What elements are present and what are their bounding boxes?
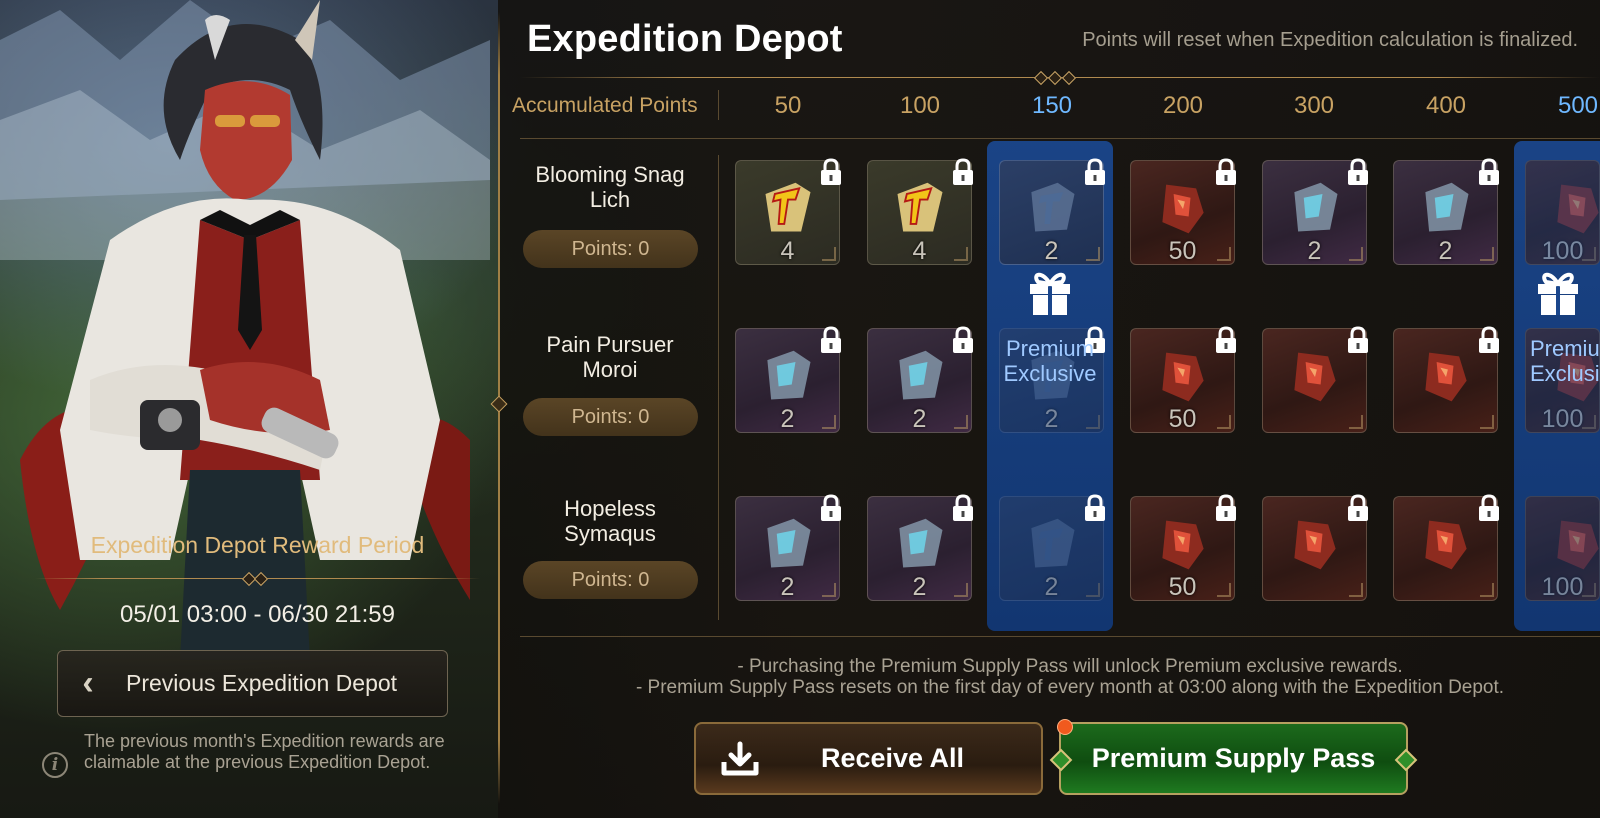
page-title: Expedition Depot — [527, 18, 843, 60]
reward-item-icon — [1557, 520, 1599, 570]
slot-corner-ornament — [1349, 583, 1363, 597]
lock-icon — [1345, 326, 1371, 354]
info-icon: i — [42, 752, 68, 778]
slot-corner-ornament — [1480, 415, 1494, 429]
reward-period-title: Expedition Depot Reward Period — [90, 532, 425, 558]
gift-icon — [1538, 272, 1578, 315]
tier-400: 400 — [1425, 92, 1467, 119]
reward-quantity: 50 — [1168, 405, 1197, 433]
reward-item-icon — [1425, 182, 1469, 232]
reward-item-icon — [1557, 184, 1599, 234]
reward-item-icon — [1031, 182, 1075, 232]
lock-icon — [1345, 494, 1371, 522]
reward-quantity: 100 — [1541, 405, 1584, 433]
reward-item-icon — [899, 350, 943, 400]
reward-item-icon — [767, 350, 811, 400]
lock-icon — [1082, 494, 1108, 522]
reward-item-icon — [1031, 518, 1075, 568]
tier-150: 150 — [1031, 92, 1073, 119]
premium-pass-note: - Purchasing the Premium Supply Pass wil… — [737, 656, 1403, 677]
character-illustration — [0, 0, 490, 660]
lock-icon — [1213, 494, 1239, 522]
premium-pass-reset-note: - Premium Supply Pass resets on the firs… — [635, 677, 1505, 698]
reward-quantity: 2 — [1307, 237, 1322, 265]
reward-quantity: 2 — [780, 573, 795, 601]
notification-dot — [1057, 719, 1073, 735]
previous-expedition-depot-button[interactable]: ‹ Previous Expedition Depot — [57, 650, 448, 717]
lock-icon — [950, 158, 976, 186]
reward-item-icon — [767, 518, 811, 568]
gift-icon — [1030, 272, 1070, 315]
tier-200: 200 — [1162, 92, 1204, 119]
boss-name-hopeless-symaqus: Hopeless Symaqus — [564, 496, 656, 546]
tier-500: 500 — [1557, 92, 1599, 119]
grid-bottom-divider — [520, 636, 1600, 637]
premium-exclusive-badge: Premium Exclusive — [987, 266, 1113, 386]
reward-item-icon — [1162, 184, 1204, 234]
lock-icon — [950, 326, 976, 354]
reward-quantity: 100 — [1541, 237, 1584, 265]
lock-icon — [1213, 158, 1239, 186]
tier-50: 50 — [774, 92, 802, 119]
tier-300: 300 — [1293, 92, 1335, 119]
boss-points: Points: 0 — [523, 230, 698, 268]
lock-icon — [1476, 326, 1502, 354]
boss-name-blooming-snag-lich: Blooming Snag Lich — [535, 162, 685, 212]
reward-slot[interactable]: 100 — [1525, 160, 1600, 265]
boss-points: Points: 0 — [523, 398, 698, 436]
receive-all-button[interactable]: Receive All — [694, 722, 1043, 795]
reward-quantity: 4 — [780, 237, 795, 265]
reward-quantity: 2 — [780, 405, 795, 433]
header-column-divider — [718, 90, 719, 120]
lock-icon — [1345, 158, 1371, 186]
boss-name-pain-pursuer-moroi: Pain Pursuer Moroi — [546, 332, 674, 382]
reward-item-icon — [1425, 352, 1467, 402]
reward-item-icon — [897, 182, 943, 232]
previous-rewards-info-text: The previous month's Expedition rewards … — [84, 731, 445, 772]
reward-period-dates: 05/01 03:00 - 06/30 21:59 — [120, 601, 395, 628]
reward-item-icon — [1294, 520, 1336, 570]
reward-item-icon — [1425, 520, 1467, 570]
lock-icon — [818, 494, 844, 522]
reward-slot[interactable]: 100 — [1525, 496, 1600, 601]
boss-points: Points: 0 — [523, 561, 698, 599]
lock-icon — [1476, 158, 1502, 186]
row-label-divider — [718, 155, 719, 620]
reward-item-icon — [1294, 352, 1336, 402]
reward-quantity: 2 — [912, 573, 927, 601]
reward-item-icon — [765, 182, 811, 232]
reward-quantity: 2 — [1044, 405, 1059, 433]
premium-supply-pass-label: Premium Supply Pass — [1091, 743, 1376, 773]
accumulated-points-label: Accumulated Points — [512, 94, 698, 117]
lock-icon — [1476, 494, 1502, 522]
reward-quantity: 100 — [1541, 573, 1584, 601]
slot-corner-ornament — [1480, 583, 1494, 597]
reward-item-icon — [1162, 520, 1204, 570]
lock-icon — [1082, 158, 1108, 186]
lock-icon — [818, 158, 844, 186]
slot-corner-ornament — [1349, 415, 1363, 429]
previous-expedition-depot-label: Previous Expedition Depot — [126, 670, 398, 696]
reward-quantity: 2 — [1438, 237, 1453, 265]
reward-item-icon — [899, 518, 943, 568]
tier-100: 100 — [899, 92, 941, 119]
premium-supply-pass-button[interactable]: Premium Supply Pass — [1049, 722, 1418, 795]
reward-quantity: 2 — [1044, 237, 1059, 265]
points-reset-note: Points will reset when Expedition calcul… — [1082, 29, 1578, 51]
chevron-left-icon: ‹ — [82, 664, 94, 702]
receive-all-label: Receive All — [820, 743, 965, 773]
reward-quantity: 2 — [1044, 573, 1059, 601]
premium-exclusive-badge: Premiu Exclusi — [1514, 266, 1600, 386]
grid-header-divider — [520, 138, 1600, 139]
reward-quantity: 4 — [912, 237, 927, 265]
reward-item-icon — [1294, 182, 1338, 232]
reward-quantity: 50 — [1168, 573, 1197, 601]
reward-quantity: 2 — [912, 405, 927, 433]
reward-item-icon — [1162, 352, 1204, 402]
download-icon — [696, 740, 784, 778]
lock-icon — [1213, 326, 1239, 354]
lock-icon — [818, 326, 844, 354]
lock-icon — [950, 494, 976, 522]
reward-quantity: 50 — [1168, 237, 1197, 265]
